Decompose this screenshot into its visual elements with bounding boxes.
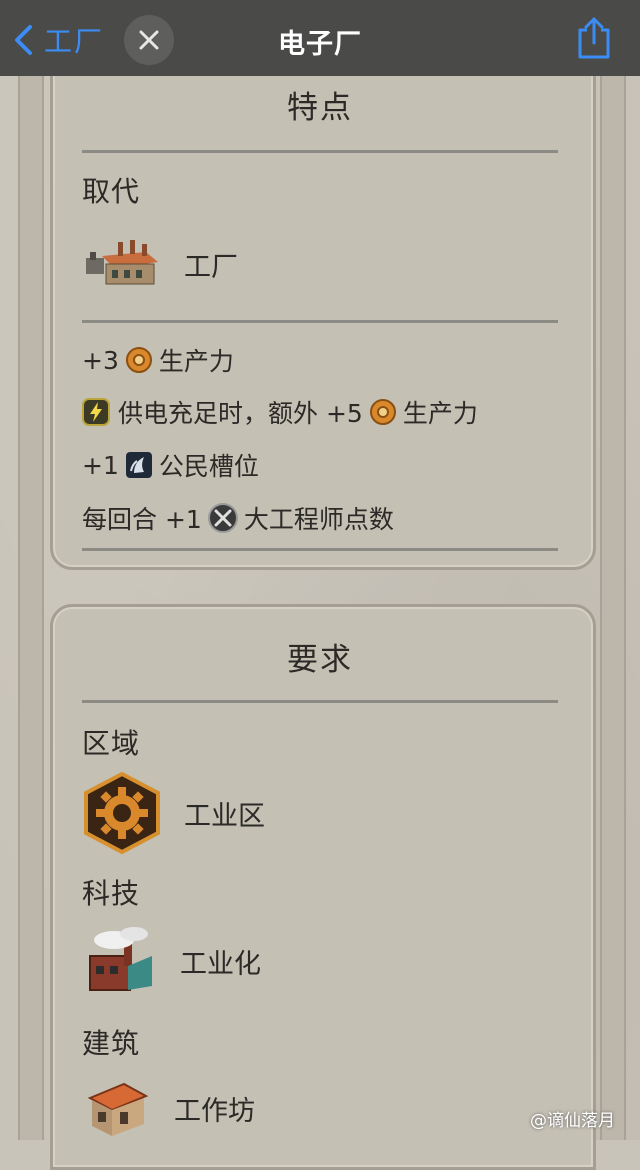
- district-name: 工业区: [184, 800, 265, 832]
- replaces-label: 取代: [82, 175, 141, 208]
- bonus-prefix: 每回合 +1: [82, 505, 202, 534]
- frame-rail-left: [18, 76, 44, 1140]
- requirements-title: 要求: [287, 642, 353, 678]
- tech-label: 科技: [82, 877, 141, 910]
- divider: [82, 548, 558, 551]
- nav-bar: 工厂 电子厂: [0, 0, 640, 76]
- district-item[interactable]: 工业区: [84, 772, 265, 854]
- great-engineer-icon: [207, 503, 238, 533]
- features-panel: [50, 50, 596, 570]
- features-title: 特点: [287, 90, 353, 126]
- tech-name: 工业化: [180, 948, 261, 980]
- bonus-text: 生产力: [158, 347, 234, 376]
- divider: [82, 700, 558, 703]
- page-title: 电子厂: [278, 29, 362, 60]
- share-icon[interactable]: [576, 16, 612, 60]
- tech-item[interactable]: 工业化: [84, 926, 261, 996]
- frame-rail-right: [600, 76, 626, 1140]
- bonus-row: +1 公民槽位: [82, 447, 259, 483]
- divider: [82, 150, 558, 153]
- bonus-text: 生产力: [402, 399, 478, 428]
- divider: [82, 320, 558, 323]
- bonus-prefix: 供电充足时，额外 +5: [118, 399, 363, 428]
- bonus-row: 每回合 +1 大工程师点数: [82, 500, 394, 536]
- industrial-zone-icon: [84, 772, 160, 854]
- citizen-slot-icon: [125, 452, 152, 478]
- district-label: 区域: [82, 727, 141, 760]
- bonus-row: 供电充足时，额外 +5 生产力: [82, 394, 478, 430]
- building-item[interactable]: 工作坊: [84, 1078, 255, 1138]
- replaced-building-item[interactable]: 工厂: [84, 238, 238, 290]
- industrialization-icon: [89, 927, 152, 991]
- power-icon: [82, 398, 110, 426]
- factory-icon: [86, 240, 158, 285]
- bonus-text: 大工程师点数: [243, 505, 394, 534]
- bonus-prefix: +3: [82, 345, 119, 375]
- bonus-text: 公民槽位: [158, 452, 259, 481]
- production-icon: [125, 347, 152, 373]
- building-name: 工作坊: [174, 1095, 255, 1127]
- bonus-prefix: +1: [82, 450, 119, 480]
- watermark: @谪仙落月: [530, 1111, 615, 1131]
- bonus-row: +3 生产力: [82, 342, 234, 378]
- production-icon: [369, 399, 396, 425]
- building-label: 建筑: [82, 1027, 141, 1060]
- replaced-building-name: 工厂: [184, 251, 238, 283]
- workshop-icon: [87, 1082, 149, 1136]
